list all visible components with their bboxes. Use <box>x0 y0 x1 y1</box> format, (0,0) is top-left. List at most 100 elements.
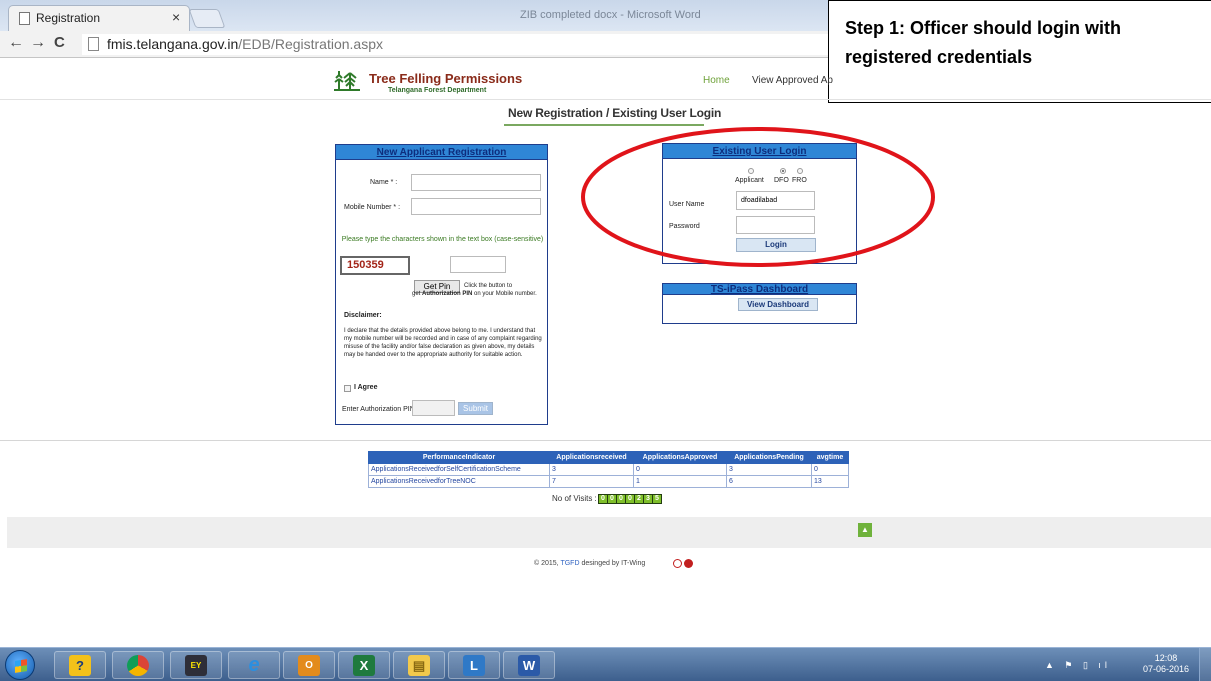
content-divider <box>0 440 1211 441</box>
name-label: Name * : <box>370 179 398 186</box>
existing-user-panel: Existing User Login Applicant DFO FRO Us… <box>662 143 857 264</box>
counter-digit: 0 <box>617 495 625 503</box>
view-dashboard-button[interactable]: View Dashboard <box>738 298 818 311</box>
taskbar-item-chrome[interactable] <box>112 651 164 679</box>
auth-pin-label: Enter Authorization PIN: <box>342 406 417 413</box>
table-cell: 13 <box>811 475 849 488</box>
username-label: User Name <box>669 201 705 208</box>
mobile-field[interactable] <box>411 198 541 215</box>
table-header-row: PerformanceIndicator Applicationsreceive… <box>368 451 849 464</box>
disclaimer-text: I declare that the details provided abov… <box>344 328 542 358</box>
show-desktop-button[interactable] <box>1199 648 1211 681</box>
captcha-field[interactable] <box>450 256 506 273</box>
instruction-callout: Step 1: Officer should login with regist… <box>828 0 1211 103</box>
word-icon: W <box>518 655 540 676</box>
username-field[interactable]: dfoadilabad <box>736 191 815 210</box>
role-fro-radio[interactable] <box>797 168 803 174</box>
help-icon: ? <box>69 655 91 676</box>
pin-help-line1: Click the button to <box>464 283 513 289</box>
taskbar-clock[interactable]: 12:08 07-06-2016 <box>1143 653 1189 675</box>
background-window-title: ZIB completed docx - Microsoft Word <box>520 9 701 21</box>
table-row: ApplicationsReceivedforSelfCertification… <box>368 463 849 476</box>
counter-digit: 2 <box>635 495 643 503</box>
taskbar-item-excel[interactable]: X <box>338 651 390 679</box>
column-header: ApplicationsApproved <box>633 451 727 464</box>
new-applicant-panel: New Applicant Registration Name * : Mobi… <box>335 144 548 425</box>
back-icon[interactable]: ← <box>8 34 24 52</box>
pin-help-bold: Authorization PIN <box>422 291 473 297</box>
taskbar-item-outlook[interactable]: O <box>283 651 335 679</box>
site-subtitle: Telangana Forest Department <box>388 87 487 94</box>
name-field[interactable] <box>411 174 541 191</box>
url-path: /EDB/Registration.aspx <box>238 36 383 52</box>
table-cell: 7 <box>549 475 634 488</box>
taskbar-item-word[interactable]: W <box>503 651 555 679</box>
table-cell: ApplicationsReceivedforSelfCertification… <box>368 463 550 476</box>
auth-pin-field[interactable] <box>412 400 455 416</box>
url-text: fmis.telangana.gov.in/EDB/Registration.a… <box>107 36 383 52</box>
copyright: © 2015, TGFD desinged by IT-Wing <box>534 560 645 567</box>
existing-user-header: Existing User Login <box>663 144 856 159</box>
role-dfo-label: DFO <box>774 177 789 184</box>
captcha-instruction: Please type the characters shown in the … <box>341 236 544 243</box>
counter-digit: 0 <box>599 495 607 503</box>
page-icon <box>88 37 99 51</box>
role-dfo-radio[interactable] <box>780 168 786 174</box>
pin-help-get: get <box>412 291 421 297</box>
explorer-icon: ▤ <box>408 655 430 676</box>
footer-band <box>7 517 1211 548</box>
submit-button[interactable]: Submit <box>458 402 493 415</box>
tree-logo-icon <box>334 71 360 91</box>
taskbar-item-explorer[interactable]: ▤ <box>393 651 445 679</box>
system-tray[interactable]: ▲ ⚑ ▯ ıl <box>1045 660 1111 671</box>
scroll-top-button[interactable]: ▲ <box>858 523 872 537</box>
captcha-code: 150359 <box>340 256 410 275</box>
lync-icon: L <box>463 655 485 676</box>
close-icon[interactable]: × <box>172 9 180 25</box>
counter-digit: 3 <box>644 495 652 503</box>
new-tab-button[interactable] <box>188 9 226 28</box>
chrome-icon <box>127 655 149 676</box>
ie-icon: e <box>248 654 260 676</box>
page-title: New Registration / Existing User Login <box>508 106 722 120</box>
nav-view-approved[interactable]: View Approved Ap <box>752 75 833 86</box>
site-title: Tree Felling Permissions <box>369 71 523 86</box>
mobile-label: Mobile Number * : <box>344 204 401 211</box>
address-bar[interactable]: fmis.telangana.gov.in/EDB/Registration.a… <box>82 34 842 55</box>
windows-taskbar: ? EY e O X ▤ L W ▲ ⚑ ▯ ıl 12:08 07-06-20… <box>0 647 1211 681</box>
column-header: avgtime <box>811 451 849 464</box>
table-row: ApplicationsReceivedforTreeNOC 7 1 6 13 <box>368 475 849 488</box>
taskbar-item-help[interactable]: ? <box>54 651 106 679</box>
tgfd-link[interactable]: TGFD <box>560 560 579 567</box>
agree-label: I Agree <box>354 384 378 391</box>
heading-underline <box>504 124 704 126</box>
column-header: PerformanceIndicator <box>368 451 550 464</box>
column-header: Applicationsreceived <box>549 451 634 464</box>
password-field[interactable] <box>736 216 815 234</box>
counter-digit: 0 <box>626 495 634 503</box>
counter-digit: 5 <box>653 495 661 503</box>
table-cell: 3 <box>549 463 634 476</box>
forward-icon[interactable]: → <box>30 34 46 52</box>
url-host: fmis.telangana.gov.in <box>107 36 239 52</box>
reload-icon[interactable]: C <box>54 34 65 51</box>
tsipass-panel: TS-iPass Dashboard View Dashboard <box>662 283 857 324</box>
performance-table: PerformanceIndicator Applicationsreceive… <box>368 451 849 488</box>
header-divider <box>0 99 1211 100</box>
visit-counter: 0 0 0 0 2 3 5 <box>598 494 662 504</box>
pin-help-rest: on your Mobile number. <box>474 291 537 297</box>
browser-tab[interactable]: Registration × <box>8 5 190 31</box>
table-cell: 0 <box>633 463 727 476</box>
start-button[interactable] <box>5 650 35 680</box>
role-applicant-label: Applicant <box>735 177 764 184</box>
tab-title: Registration <box>36 11 101 25</box>
copyright-suffix: desinged by IT-Wing <box>581 560 646 567</box>
login-button[interactable]: Login <box>736 238 816 252</box>
taskbar-item-lync[interactable]: L <box>448 651 500 679</box>
nav-home[interactable]: Home <box>703 75 730 86</box>
taskbar-item-ey-discover[interactable]: EY <box>170 651 222 679</box>
clock-time: 12:08 <box>1154 653 1178 663</box>
taskbar-item-ie[interactable]: e <box>228 651 280 679</box>
role-applicant-radio[interactable] <box>748 168 754 174</box>
agree-checkbox[interactable] <box>344 385 351 392</box>
